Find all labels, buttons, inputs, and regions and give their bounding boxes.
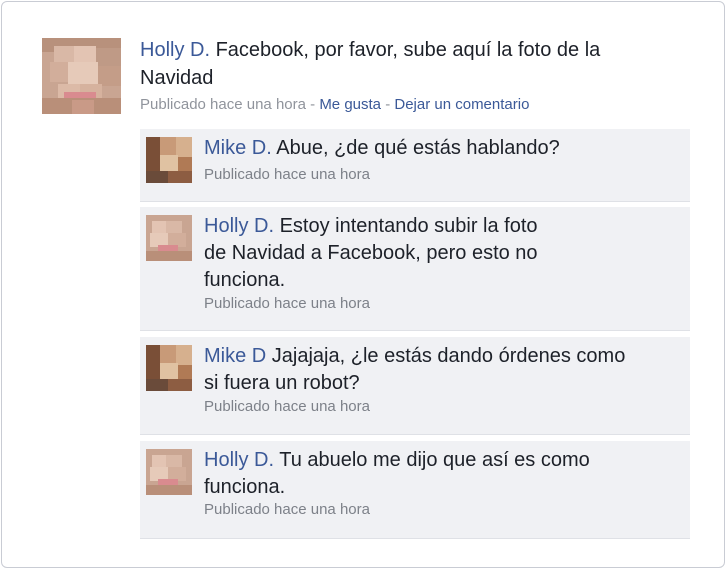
comment-author-link[interactable]: Mike D. <box>204 137 272 159</box>
comment-item: Holly D. Tu abuelo me dijo que así es co… <box>140 441 690 539</box>
holly-avatar[interactable] <box>42 38 121 114</box>
post-card: Holly D. Facebook, por favor, sube aquí … <box>1 1 725 568</box>
meta-separator: - <box>310 96 316 113</box>
mike-avatar[interactable] <box>146 137 192 183</box>
comment-author-link[interactable]: Holly D. <box>204 449 274 471</box>
meta-separator: - <box>385 96 391 113</box>
comment-timestamp: Publicado hace una hora <box>204 501 370 518</box>
post-author-link[interactable]: Holly D. <box>140 39 210 61</box>
mike-avatar[interactable] <box>146 345 192 391</box>
comment-body: Jajajaja, ¿le estás dando órdenes como s… <box>204 345 626 394</box>
like-link[interactable]: Me gusta <box>319 96 381 113</box>
comment-item: Mike D Jajajaja, ¿le estás dando órdenes… <box>140 337 690 435</box>
post-message: Holly D. Facebook, por favor, sube aquí … <box>140 36 660 92</box>
comment-timestamp: Publicado hace una hora <box>204 398 370 415</box>
holly-avatar[interactable] <box>146 215 192 261</box>
comment-link[interactable]: Dejar un comentario <box>394 96 529 113</box>
comment-text: Holly D. Estoy intentando subir la foto … <box>204 213 564 294</box>
comment-body: Abue, ¿de qué estás hablando? <box>276 137 560 159</box>
post-meta: Publicado hace una hora - Me gusta - Dej… <box>140 96 529 113</box>
comment-text: Mike D Jajajaja, ¿le estás dando órdenes… <box>204 343 644 397</box>
comment-item: Mike D. Abue, ¿de qué estás hablando? Pu… <box>140 129 690 202</box>
comment-timestamp: Publicado hace una hora <box>204 166 370 183</box>
comment-timestamp: Publicado hace una hora <box>204 295 370 312</box>
holly-avatar[interactable] <box>146 449 192 495</box>
comment-text: Mike D. Abue, ¿de qué estás hablando? <box>204 135 644 162</box>
post-timestamp: Publicado hace una hora <box>140 96 306 113</box>
comment-item: Holly D. Estoy intentando subir la foto … <box>140 207 690 331</box>
comment-author-link[interactable]: Holly D. <box>204 215 274 237</box>
post-body: Facebook, por favor, sube aquí la foto d… <box>140 39 601 89</box>
comment-text: Holly D. Tu abuelo me dijo que así es co… <box>204 447 604 501</box>
comment-author-link[interactable]: Mike D <box>204 345 266 367</box>
